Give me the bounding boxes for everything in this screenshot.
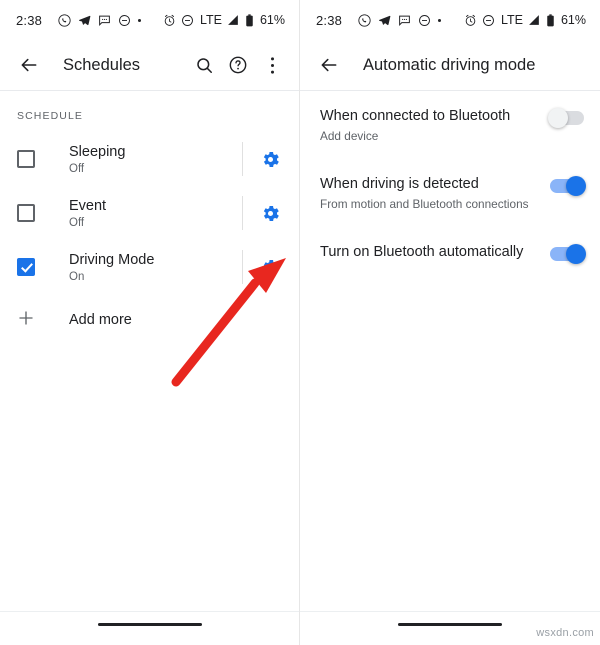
page-title: Schedules bbox=[63, 55, 141, 74]
signal-icon bbox=[528, 14, 541, 27]
schedule-row-event[interactable]: Event Off bbox=[0, 186, 299, 240]
schedule-status: On bbox=[69, 270, 85, 283]
row-end bbox=[242, 142, 299, 176]
status-left-icons: 2:38 bbox=[16, 13, 163, 28]
more-dot-icon bbox=[138, 18, 142, 22]
battery-percent-label: 61% bbox=[560, 13, 586, 27]
battery-icon bbox=[546, 13, 555, 27]
home-indicator[interactable] bbox=[398, 622, 502, 626]
alarm-icon bbox=[464, 14, 477, 27]
app-bar-right: Automatic driving mode bbox=[300, 40, 600, 90]
plus-icon bbox=[17, 309, 35, 332]
schedule-checkbox[interactable] bbox=[17, 150, 35, 168]
status-right-icons: LTE 61% bbox=[163, 13, 285, 27]
schedule-status: Off bbox=[69, 216, 85, 229]
battery-percent-label: 61% bbox=[259, 13, 285, 27]
telegram-icon bbox=[378, 14, 391, 27]
row-texts: Event Off bbox=[69, 198, 242, 229]
add-more-label: Add more bbox=[69, 312, 132, 328]
setting-texts: Turn on Bluetooth automatically bbox=[320, 243, 550, 261]
signal-icon bbox=[227, 14, 240, 27]
setting-row-bluetooth-connected[interactable]: When connected to Bluetooth Add device bbox=[300, 91, 600, 159]
back-arrow-icon[interactable] bbox=[312, 48, 346, 82]
toggle-knob bbox=[548, 108, 568, 128]
row-texts: Driving Mode On bbox=[69, 252, 242, 283]
schedule-title: Driving Mode bbox=[69, 251, 155, 268]
row-divider bbox=[242, 142, 243, 176]
overflow-menu-icon[interactable] bbox=[255, 48, 289, 82]
alarm-icon bbox=[163, 14, 176, 27]
network-type-label: LTE bbox=[199, 13, 222, 27]
schedule-checkbox[interactable] bbox=[17, 204, 35, 222]
whatsapp-icon bbox=[358, 13, 371, 27]
schedule-status: Off bbox=[69, 162, 85, 175]
status-time: 2:38 bbox=[16, 12, 43, 28]
section-header-schedule: SCHEDULE bbox=[17, 110, 83, 122]
messages-icon bbox=[398, 14, 411, 27]
schedule-checkbox[interactable] bbox=[17, 258, 35, 276]
row-divider bbox=[242, 250, 243, 284]
schedule-title: Event bbox=[69, 197, 107, 214]
setting-row-turn-on-bluetooth[interactable]: Turn on Bluetooth automatically bbox=[300, 227, 600, 275]
row-texts: Sleeping Off bbox=[69, 144, 242, 175]
setting-subtitle[interactable]: Add device bbox=[320, 129, 540, 145]
status-time: 2:38 bbox=[316, 12, 343, 28]
dnd-status-icon bbox=[482, 14, 495, 27]
status-bar-left: 2:38 LTE 61% bbox=[0, 0, 299, 40]
page-title: Automatic driving mode bbox=[363, 55, 536, 74]
messages-icon bbox=[98, 14, 111, 27]
settings-gear-icon[interactable] bbox=[257, 146, 283, 172]
setting-title: When connected to Bluetooth bbox=[320, 108, 511, 124]
setting-subtitle: From motion and Bluetooth connections bbox=[320, 196, 529, 211]
back-arrow-icon[interactable] bbox=[12, 48, 46, 82]
battery-icon bbox=[245, 13, 254, 27]
toggle-switch[interactable] bbox=[550, 243, 586, 264]
status-left-icons: 2:38 bbox=[316, 13, 464, 28]
schedule-row-sleeping[interactable]: Sleeping Off bbox=[0, 132, 299, 186]
schedule-row-driving-mode[interactable]: Driving Mode On bbox=[0, 240, 299, 294]
telegram-icon bbox=[78, 14, 91, 27]
setting-row-driving-detected[interactable]: When driving is detected From motion and… bbox=[300, 159, 600, 227]
watermark: wsxdn.com bbox=[536, 627, 594, 639]
toggle-switch[interactable] bbox=[550, 175, 586, 196]
dnd-status-icon bbox=[181, 14, 194, 27]
toggle-knob bbox=[566, 243, 586, 264]
dual-screenshot: 2:38 LTE 61% Schedules SCHEDULE Sleeping… bbox=[0, 0, 600, 645]
row-end bbox=[242, 196, 299, 230]
schedule-title: Sleeping bbox=[69, 143, 126, 160]
right-phone-screen: 2:38 LTE 61% Automatic driving mode When… bbox=[300, 0, 600, 645]
network-type-label: LTE bbox=[500, 13, 523, 27]
app-bar-left: Schedules bbox=[0, 40, 299, 90]
row-end bbox=[242, 250, 299, 284]
whatsapp-icon bbox=[58, 13, 71, 27]
setting-texts: When connected to Bluetooth Add device bbox=[320, 107, 550, 145]
toggle-switch[interactable] bbox=[548, 108, 584, 128]
row-divider bbox=[242, 196, 243, 230]
add-more-button[interactable]: Add more bbox=[0, 294, 299, 346]
settings-gear-icon[interactable] bbox=[257, 200, 283, 226]
setting-title: When driving is detected bbox=[320, 175, 479, 192]
setting-texts: When driving is detected From motion and… bbox=[320, 175, 550, 213]
help-icon[interactable] bbox=[221, 48, 255, 82]
home-indicator[interactable] bbox=[97, 622, 202, 626]
setting-title: Turn on Bluetooth automatically bbox=[320, 243, 524, 260]
do-not-disturb-icon bbox=[418, 14, 431, 27]
more-dot-icon bbox=[438, 18, 442, 22]
toggle-knob bbox=[566, 175, 586, 196]
nav-bar-left bbox=[0, 611, 299, 645]
status-right-icons: LTE 61% bbox=[464, 13, 586, 27]
status-bar-right: 2:38 LTE 61% bbox=[300, 0, 600, 40]
do-not-disturb-icon bbox=[118, 14, 131, 27]
driving-mode-gear-icon[interactable] bbox=[257, 254, 283, 280]
search-icon[interactable] bbox=[187, 48, 221, 82]
left-phone-screen: 2:38 LTE 61% Schedules SCHEDULE Sleeping… bbox=[0, 0, 300, 645]
